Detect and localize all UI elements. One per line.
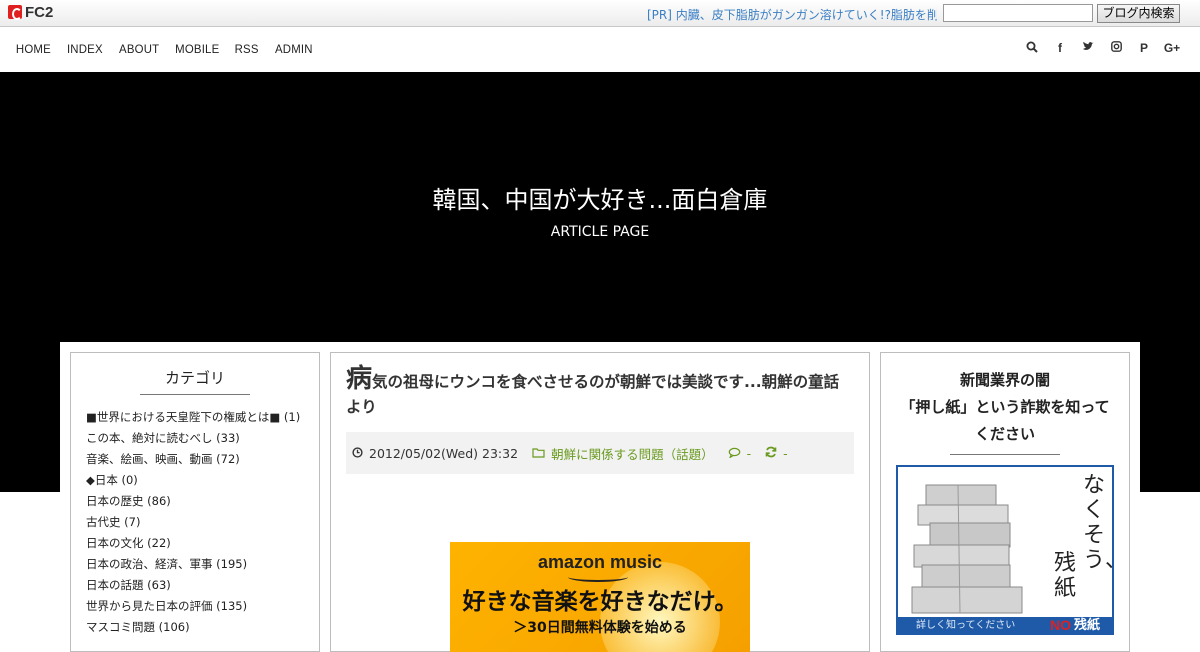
oshigami-banner[interactable]: なくそう、 残紙 詳しく知ってください NO 残紙	[896, 465, 1114, 635]
category-item[interactable]: 世界から見た日本の評価 (135)	[86, 596, 319, 617]
nav-item-index[interactable]: INDEX	[67, 42, 103, 56]
search-icon[interactable]	[1018, 41, 1046, 56]
article-title: 病気の祖母にウンコを食べさせるのが朝鮮では美談です...朝鮮の童話より	[331, 353, 869, 420]
ad-cta[interactable]: ＞30日間無料体験を始める	[450, 617, 750, 637]
blog-search-button[interactable]: ブログ内検索	[1097, 4, 1180, 23]
category-item[interactable]: ■世界における天皇陛下の権威とは■ (1)	[86, 407, 319, 428]
nav-item-about[interactable]: ABOUT	[119, 42, 159, 56]
article-date: 2012/05/02(Wed) 23:32	[369, 445, 519, 461]
sidebar-heading-line3: ください	[974, 425, 1035, 443]
category-list: ■世界における天皇陛下の権威とは■ (1) この本、絶対に読むべし (33) 音…	[71, 407, 319, 638]
nav-item-home[interactable]: HOME	[16, 42, 51, 56]
sidebar-heading-line2: 「押し紙」という詐欺を知って	[900, 398, 1110, 416]
category-item[interactable]: 音楽、絵画、映画、動画 (72)	[86, 449, 319, 470]
blog-search-input[interactable]	[943, 4, 1093, 22]
category-item[interactable]: 日本の政治、経済、軍事 (195)	[86, 554, 319, 575]
category-item[interactable]: 日本の文化 (22)	[86, 533, 319, 554]
nav-menu: HOME INDEX ABOUT MOBILE RSS ADMIN	[15, 42, 327, 56]
article-category-link[interactable]: 朝鮮に関係する問題（話題）	[551, 444, 714, 463]
ad-brand: amazon music	[537, 552, 663, 572]
newspaper-stack-image	[911, 484, 1023, 614]
refresh-icon	[765, 446, 777, 461]
fc2-toolbar: FC2 [PR] 内臓、皮下脂肪がガンガン溶けていく!?脂肪を削 ブログ内検索	[0, 0, 1200, 27]
main-nav: HOME INDEX ABOUT MOBILE RSS ADMIN f P G+	[0, 28, 1200, 72]
folder-icon	[532, 446, 545, 461]
category-item[interactable]: この本、絶対に読むべし (33)	[86, 428, 319, 449]
article-title-rest: 気の祖母にウンコを食べさせるのが朝鮮では美談です...朝鮮の童話より	[346, 373, 840, 416]
banner-no-text: NO	[1050, 617, 1071, 633]
blog-title[interactable]: 韓国、中国が大好き...面白倉庫	[0, 180, 1200, 215]
twitter-icon[interactable]	[1074, 41, 1102, 56]
amazon-music-ad[interactable]: amazon music 好きな音楽を好きなだけ。 ＞30日間無料体験を始める	[450, 542, 750, 652]
comment-icon	[728, 446, 741, 461]
banner-bottom-text: 詳しく知ってください	[916, 620, 1016, 631]
heading-divider	[140, 394, 250, 395]
category-item[interactable]: マスコミ問題 (106)	[86, 617, 319, 638]
article-main: 病気の祖母にウンコを食べさせるのが朝鮮では美談です...朝鮮の童話より 2012…	[330, 352, 870, 652]
nav-item-rss[interactable]: RSS	[235, 42, 259, 56]
clock-icon	[352, 446, 363, 461]
comment-count[interactable]: -	[747, 446, 752, 461]
category-item[interactable]: 日本の話題 (63)	[86, 575, 319, 596]
ad-headline: 好きな音楽を好きなだけ。	[462, 589, 738, 615]
banner-vertical-text-2: 残紙	[1054, 551, 1077, 601]
banner-vertical-text: なくそう、	[1083, 473, 1112, 573]
fc2-logo[interactable]: FC2	[8, 4, 53, 21]
category-item[interactable]: 日本の歴史 (86)	[86, 491, 319, 512]
article-meta: 2012/05/02(Wed) 23:32 朝鮮に関係する問題（話題） - -	[346, 432, 854, 474]
category-heading: カテゴリ	[164, 369, 225, 387]
facebook-icon[interactable]: f	[1046, 41, 1074, 56]
sidebar-heading: 新聞業界の闇 「押し紙」という詐欺を知って ください	[881, 367, 1129, 448]
nav-item-mobile[interactable]: MOBILE	[175, 42, 219, 56]
article-title-initial: 病	[346, 364, 373, 394]
right-sidebar: 新聞業界の闇 「押し紙」という詐欺を知って ください なくそう、 残紙 詳しく知…	[880, 352, 1130, 652]
amazon-smile-icon	[568, 572, 628, 582]
instagram-icon[interactable]	[1102, 41, 1130, 56]
nav-item-admin[interactable]: ADMIN	[275, 42, 313, 56]
pinterest-icon[interactable]: P	[1130, 41, 1158, 56]
banner-zan-text: 残紙	[1074, 618, 1101, 633]
trackback-count[interactable]: -	[783, 446, 788, 461]
page-type-label: ARTICLE PAGE	[550, 224, 650, 240]
category-item[interactable]: ◆日本 (0)	[86, 470, 319, 491]
social-icons: f P G+	[1018, 41, 1186, 56]
category-sidebar: カテゴリ ■世界における天皇陛下の権威とは■ (1) この本、絶対に読むべし (…	[70, 352, 320, 652]
google-plus-icon[interactable]: G+	[1158, 41, 1186, 56]
pr-ad-link[interactable]: [PR] 内臓、皮下脂肪がガンガン溶けていく!?脂肪を削	[647, 6, 937, 23]
sidebar-heading-line1: 新聞業界の闇	[959, 371, 1050, 389]
category-item[interactable]: 古代史 (7)	[86, 512, 319, 533]
heading-divider	[950, 454, 1060, 455]
fc2-logo-icon	[8, 5, 22, 20]
fc2-logo-text: FC2	[25, 4, 54, 21]
content-wrapper: カテゴリ ■世界における天皇陛下の権威とは■ (1) この本、絶対に読むべし (…	[60, 342, 1140, 652]
